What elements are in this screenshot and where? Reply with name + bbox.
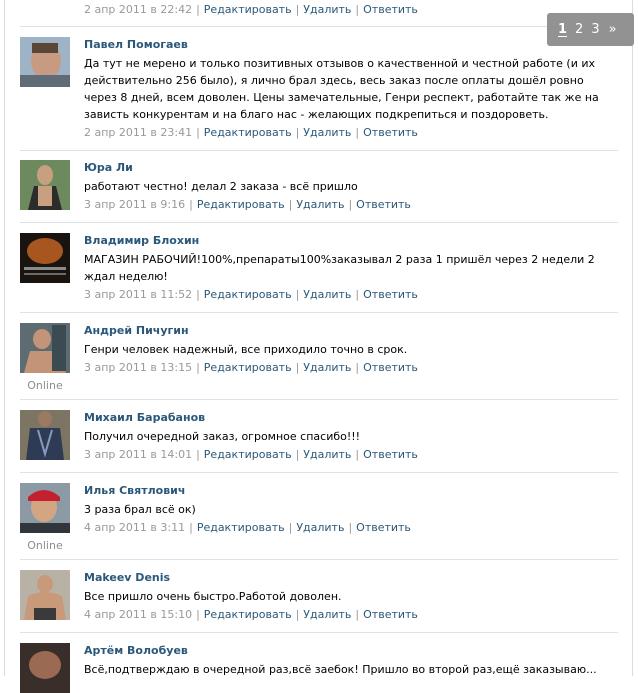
page-3-link[interactable]: 3 [591,22,599,37]
post-date: 3 апр 2011 в 14:01 [84,448,193,461]
edit-link[interactable]: Редактировать [204,288,292,301]
edit-link[interactable]: Редактировать [204,361,292,374]
post-author[interactable]: Makeev Denis [84,570,618,585]
wall-post: Артём Волобуев Всё,подтверждаю в очередн… [20,643,618,693]
wall-post: Михаил Барабанов Получил очередной заказ… [20,410,618,473]
reply-link[interactable]: Ответить [356,521,411,534]
post-meta: 3 апр 2011 в 13:15 | Редактировать | Удалить… [84,361,418,374]
wall-post: Online Илья Святлович 3 раза брал всё ок… [20,483,618,560]
avatar-image [20,483,70,533]
delete-link[interactable]: Удалить [303,126,351,139]
delete-link[interactable]: Удалить [296,198,344,211]
reply-link[interactable]: Ответить [363,126,418,139]
post-meta: 3 апр 2011 в 9:16 | Редактировать | Удалить |… [84,198,411,211]
online-status: Online [27,539,63,552]
post-divider [20,312,618,313]
page-2-link[interactable]: 2 [575,22,583,37]
post-meta: 4 апр 2011 в 3:11 | Редактировать | Удалить |… [84,521,411,534]
wall-post: Online Андрей Пичугин Генри человек наде… [20,323,618,400]
post-text: работают честно! делал 2 заказа - всё пр… [84,180,358,193]
post-text: МАГАЗИН РАБОЧИЙ!100%,препараты100%заказы… [84,253,595,283]
wall-post: Makeev Denis Все пришло очень быстро.Раб… [20,570,618,633]
post-date: 2 апр 2011 в 23:41 [84,126,193,139]
avatar[interactable] [20,410,70,460]
post-divider [20,222,618,223]
page-1-link[interactable]: 1 [558,22,567,37]
reply-link[interactable]: Ответить [363,3,418,16]
wall-post: Юра Ли работают честно! делал 2 заказа -… [20,160,618,223]
post-divider [20,399,618,400]
post-divider [20,559,618,560]
delete-link[interactable]: Удалить [296,521,344,534]
delete-link[interactable]: Удалить [303,3,351,16]
post-text: Генри человек надежный, все приходило то… [84,343,408,356]
avatar-image [20,160,70,210]
post-author[interactable]: Артём Волобуев [84,643,618,658]
avatar[interactable] [20,233,70,283]
post-author[interactable]: Павел Помогаев [84,37,618,52]
post-meta: 2 апр 2011 в 22:42 | Редактировать | Удалить… [84,3,418,16]
post-text: Все пришло очень быстро.Работой доволен. [84,590,342,603]
post-divider [20,150,618,151]
post-author[interactable]: Юра Ли [84,160,618,175]
next-page-link[interactable]: » [609,22,617,37]
delete-link[interactable]: Удалить [303,288,351,301]
post-date: 3 апр 2011 в 9:16 [84,198,186,211]
edit-link[interactable]: Редактировать [204,3,292,16]
reply-link[interactable]: Ответить [363,288,418,301]
post-date: 2 апр 2011 в 22:42 [84,3,193,16]
delete-link[interactable]: Удалить [303,448,351,461]
post-meta: 2 апр 2011 в 23:41 | Редактировать | Удалить… [84,126,418,139]
post-author[interactable]: Михаил Барабанов [84,410,618,425]
reply-link[interactable]: Ответить [363,448,418,461]
post-divider [20,472,618,473]
avatar-image [20,233,70,283]
reply-link[interactable]: Ответить [363,608,418,621]
post-text: Получил очередной заказ, огромное спасиб… [84,430,361,443]
avatar[interactable] [20,323,70,373]
post-date: 3 апр 2011 в 11:52 [84,288,193,301]
avatar-image [20,410,70,460]
avatar-image [20,570,70,620]
edit-link[interactable]: Редактировать [204,126,292,139]
reply-link[interactable]: Ответить [363,361,418,374]
post-text: Да тут не мерено и только позитивных отз… [84,57,599,121]
avatar-image [20,323,70,373]
post-date: 4 апр 2011 в 15:10 [84,608,193,621]
post-author[interactable]: Владимир Блохин [84,233,618,248]
avatar[interactable] [20,37,70,87]
post-author[interactable]: Илья Святлович [84,483,618,498]
post-divider [20,26,618,27]
delete-link[interactable]: Удалить [303,361,351,374]
wall-post: Владимир Блохин МАГАЗИН РАБОЧИЙ!100%,пре… [20,233,618,313]
avatar[interactable] [20,483,70,533]
wall-post-previous: 2 апр 2011 в 22:42 | Редактировать | Удалить… [20,0,618,27]
post-text: Всё,подтверждаю в очередной раз,всё заеб… [84,663,597,676]
post-meta: 3 апр 2011 в 14:01 | Редактировать | Удалить… [84,448,418,461]
delete-link[interactable]: Удалить [303,608,351,621]
post-date: 3 апр 2011 в 13:15 [84,361,193,374]
edit-link[interactable]: Редактировать [197,198,285,211]
edit-link[interactable]: Редактировать [204,448,292,461]
post-meta: 3 апр 2011 в 11:52 | Редактировать | Удалить… [84,288,418,301]
avatar[interactable] [20,570,70,620]
post-date: 4 апр 2011 в 3:11 [84,521,186,534]
avatar-image [20,37,70,87]
avatar[interactable] [20,160,70,210]
edit-link[interactable]: Редактировать [204,608,292,621]
avatar-image [20,643,70,693]
avatar[interactable] [20,643,70,693]
post-meta: 4 апр 2011 в 15:10 | Редактировать | Удалить… [84,608,418,621]
wall-post: Павел Помогаев Да тут не мерено и только… [20,37,618,151]
reply-link[interactable]: Ответить [356,198,411,211]
online-status: Online [27,379,63,392]
post-text: 3 раза брал всё ок) [84,503,196,516]
edit-link[interactable]: Редактировать [197,521,285,534]
post-divider [20,632,618,633]
post-author[interactable]: Андрей Пичугин [84,323,618,338]
